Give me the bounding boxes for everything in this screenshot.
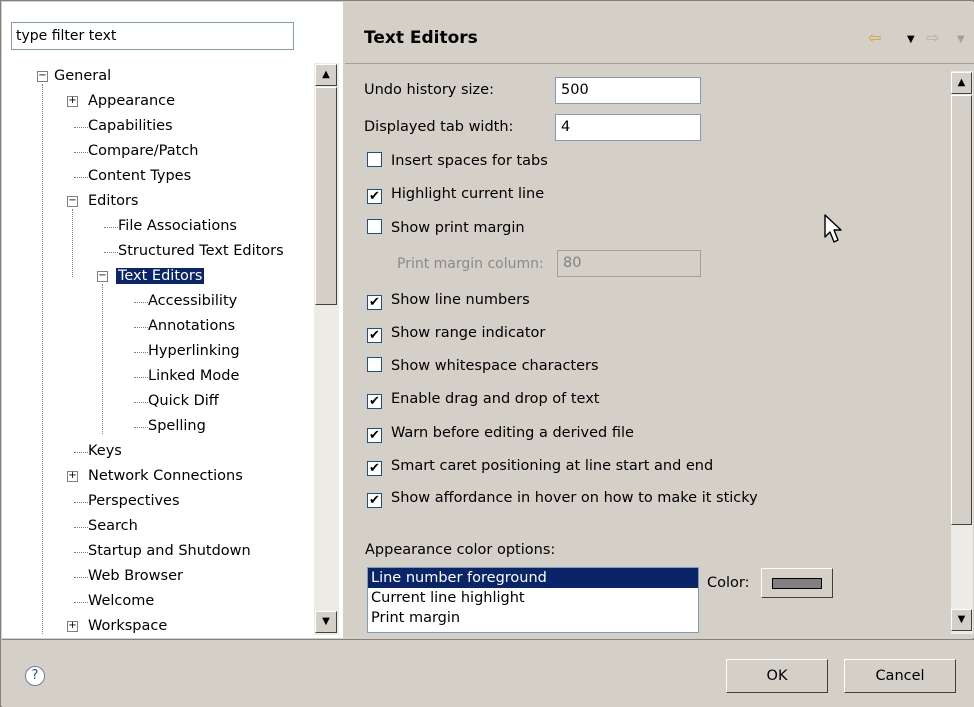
scroll-up-icon[interactable]: ▲ xyxy=(315,64,337,86)
tree-item-hyperlinking[interactable]: Hyperlinking xyxy=(148,340,240,362)
checkbox-smart-caret[interactable]: ✔ Smart caret positioning at line start a… xyxy=(367,455,713,477)
back-arrow-icon[interactable]: ⇦ xyxy=(868,28,881,47)
scroll-up-icon[interactable]: ▲ xyxy=(951,72,972,94)
tree-scroll-thumb[interactable] xyxy=(315,87,337,305)
forward-menu-chevron-icon: ▼ xyxy=(957,34,965,45)
cancel-button[interactable]: Cancel xyxy=(844,659,956,693)
checkbox-box[interactable]: ✔ xyxy=(367,428,382,443)
collapse-text-editors-icon[interactable]: − xyxy=(97,271,108,282)
checkbox-drag-drop[interactable]: ✔ Enable drag and drop of text xyxy=(367,388,600,410)
tree-item-welcome[interactable]: Welcome xyxy=(88,590,154,612)
preferences-dialog: − General + Appearance Capabilities Comp… xyxy=(0,0,974,707)
tree-item-file-associations[interactable]: File Associations xyxy=(118,215,237,237)
collapse-editors-icon[interactable]: − xyxy=(67,196,78,207)
tree-item-content-types[interactable]: Content Types xyxy=(88,165,191,187)
tree-item-structured-text-editors[interactable]: Structured Text Editors xyxy=(118,240,284,262)
back-menu-chevron-icon[interactable]: ▼ xyxy=(907,34,915,45)
color-options-list[interactable]: Line number foreground Current line high… xyxy=(367,567,699,633)
collapse-general-icon[interactable]: − xyxy=(37,71,48,82)
expand-workspace-icon[interactable]: + xyxy=(67,621,78,632)
tree-item-quick-diff[interactable]: Quick Diff xyxy=(148,390,219,412)
tree-item-search[interactable]: Search xyxy=(88,515,138,537)
color-swatch xyxy=(772,578,822,589)
tree-item-capabilities[interactable]: Capabilities xyxy=(88,115,173,137)
tree-item-startup-shutdown[interactable]: Startup and Shutdown xyxy=(88,540,251,562)
checkbox-show-print-margin[interactable]: Show print margin xyxy=(367,217,525,239)
preference-page: Text Editors ⇦ ▼ ⇨ ▼ Undo history size: … xyxy=(345,2,974,638)
tree-item-keys[interactable]: Keys xyxy=(88,440,122,462)
preference-tree: − General + Appearance Capabilities Comp… xyxy=(2,62,314,638)
tree-item-web-browser[interactable]: Web Browser xyxy=(88,565,183,587)
list-item[interactable]: Current line highlight xyxy=(368,588,698,608)
preference-tree-panel: − General + Appearance Capabilities Comp… xyxy=(2,2,342,638)
tree-item-text-editors[interactable]: Text Editors xyxy=(116,265,205,287)
color-picker-button[interactable] xyxy=(761,568,833,598)
tree-item-annotations[interactable]: Annotations xyxy=(148,315,235,337)
list-item[interactable]: Line number foreground xyxy=(368,568,698,588)
undo-history-label: Undo history size: xyxy=(364,82,494,98)
forward-arrow-icon: ⇨ xyxy=(926,28,940,47)
page-scrollbar[interactable]: ▲ ▼ xyxy=(951,71,973,634)
checkbox-show-line-numbers[interactable]: ✔ Show line numbers xyxy=(367,289,530,311)
checkbox-box[interactable] xyxy=(367,357,382,372)
tab-width-label: Displayed tab width: xyxy=(364,119,514,135)
tree-item-general[interactable]: General xyxy=(54,65,111,87)
mouse-cursor-icon xyxy=(824,214,842,243)
checkbox-box[interactable]: ✔ xyxy=(367,461,382,476)
tree-item-editors[interactable]: Editors xyxy=(88,190,138,212)
tree-item-spelling[interactable]: Spelling xyxy=(148,415,206,437)
tree-item-accessibility[interactable]: Accessibility xyxy=(148,290,237,312)
page-title: Text Editors xyxy=(364,28,478,48)
checkbox-warn-derived[interactable]: ✔ Warn before editing a derived file xyxy=(367,422,634,444)
checkbox-box[interactable]: ✔ xyxy=(367,189,382,204)
tab-width-input[interactable]: 4 xyxy=(555,114,701,141)
page-header: Text Editors ⇦ ▼ ⇨ ▼ xyxy=(345,2,974,64)
tree-item-workspace[interactable]: Workspace xyxy=(88,615,167,637)
tree-scrollbar[interactable]: ▲ ▼ xyxy=(314,63,339,635)
dialog-button-bar: ? OK Cancel xyxy=(2,639,974,707)
appearance-color-label: Appearance color options: xyxy=(365,542,556,558)
tree-item-compare-patch[interactable]: Compare/Patch xyxy=(88,140,199,162)
ok-button[interactable]: OK xyxy=(726,659,828,693)
tree-item-perspectives[interactable]: Perspectives xyxy=(88,490,180,512)
checkbox-box[interactable] xyxy=(367,219,382,234)
print-margin-input: 80 xyxy=(557,250,701,277)
checkbox-show-range-indicator[interactable]: ✔ Show range indicator xyxy=(367,322,545,344)
checkbox-box[interactable]: ✔ xyxy=(367,295,382,310)
list-item[interactable]: Print margin xyxy=(368,608,698,628)
help-icon[interactable]: ? xyxy=(25,666,45,686)
checkbox-box[interactable]: ✔ xyxy=(367,493,382,508)
page-content: Undo history size: 500 Displayed tab wid… xyxy=(345,65,951,638)
scroll-down-icon[interactable]: ▼ xyxy=(315,611,337,633)
checkbox-insert-spaces[interactable]: Insert spaces for tabs xyxy=(367,150,548,172)
tree-item-appearance[interactable]: Appearance xyxy=(88,90,175,112)
checkbox-show-whitespace[interactable]: Show whitespace characters xyxy=(367,355,599,377)
print-margin-label: Print margin column: xyxy=(397,256,544,272)
undo-history-input[interactable]: 500 xyxy=(555,77,701,104)
expand-appearance-icon[interactable]: + xyxy=(67,96,78,107)
scroll-down-icon[interactable]: ▼ xyxy=(951,609,972,631)
color-label: Color: xyxy=(707,575,750,591)
expand-network-icon[interactable]: + xyxy=(67,471,78,482)
checkbox-box[interactable] xyxy=(367,152,382,167)
checkbox-box[interactable]: ✔ xyxy=(367,328,382,343)
checkbox-show-affordance[interactable]: ✔ Show affordance in hover on how to make… xyxy=(367,487,758,509)
tree-item-linked-mode[interactable]: Linked Mode xyxy=(148,365,239,387)
checkbox-box[interactable]: ✔ xyxy=(367,394,382,409)
page-scroll-thumb[interactable] xyxy=(951,95,972,525)
filter-input[interactable] xyxy=(11,22,294,50)
tree-item-network-connections[interactable]: Network Connections xyxy=(88,465,243,487)
checkbox-highlight-line[interactable]: ✔ Highlight current line xyxy=(367,183,544,205)
